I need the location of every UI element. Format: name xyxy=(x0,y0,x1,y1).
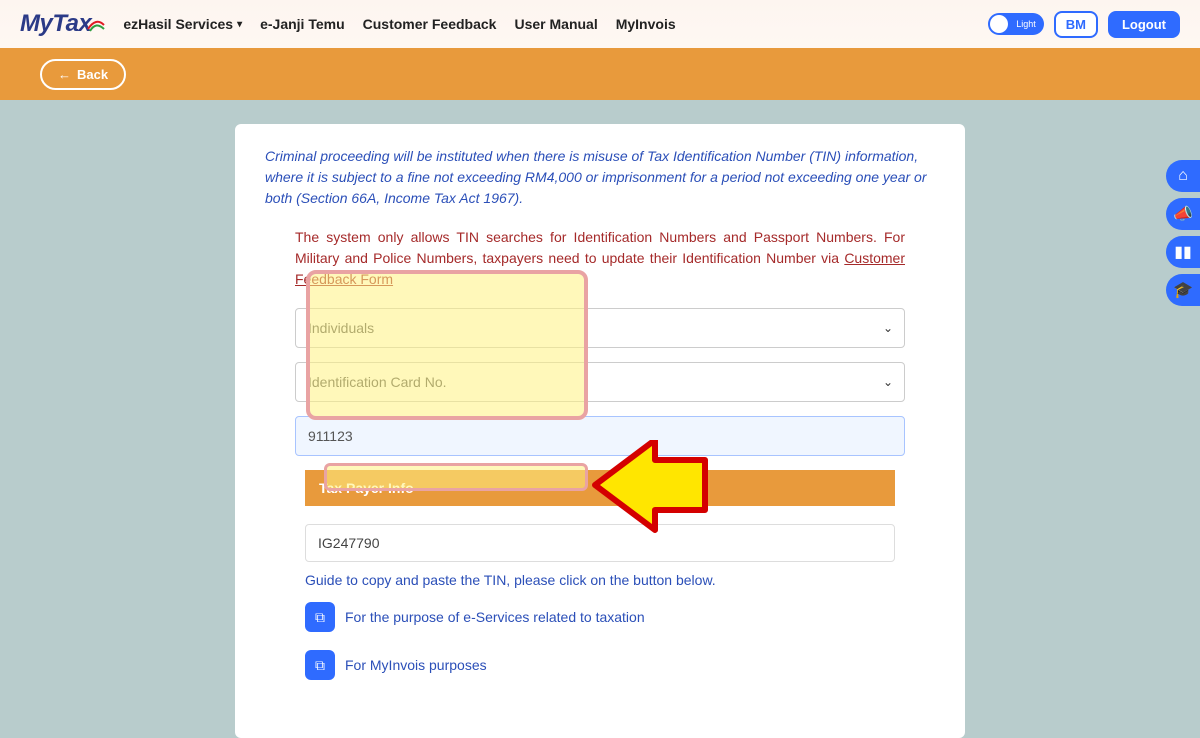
book-icon: ▮▮ xyxy=(1174,242,1192,262)
logo[interactable]: MyTax xyxy=(20,10,105,38)
logout-button[interactable]: Logout xyxy=(1108,11,1180,38)
nav-feedback[interactable]: Customer Feedback xyxy=(363,16,497,32)
nav-ezhasil-label: ezHasil Services xyxy=(123,16,233,32)
nav-feedback-label: Customer Feedback xyxy=(363,16,497,32)
logo-swoosh-icon xyxy=(87,12,105,30)
nav-ezhasil[interactable]: ezHasil Services ▾ xyxy=(123,16,242,32)
chevron-down-icon: ▾ xyxy=(237,19,242,30)
copy-row-eservices: ⧉ For the purpose of e-Services related … xyxy=(305,602,895,632)
orange-bar: ← Back xyxy=(0,48,1200,100)
nav-manual[interactable]: User Manual xyxy=(514,16,597,32)
float-icons: ⌂ 📣 ▮▮ 🎓 xyxy=(1166,160,1200,306)
toggle-knob-icon xyxy=(990,15,1008,33)
id-type-select[interactable]: Identification Card No. xyxy=(295,362,905,402)
theme-toggle[interactable]: Light xyxy=(988,13,1044,35)
logo-text-my: My xyxy=(20,10,52,37)
info-text: The system only allows TIN searches for … xyxy=(295,227,905,290)
copy-myinvois-label: For MyInvois purposes xyxy=(345,657,487,673)
copy-icon: ⧉ xyxy=(315,609,325,626)
form-row-idtype: Identification Card No. ⌄ xyxy=(295,362,905,402)
float-guide-button[interactable]: ▮▮ xyxy=(1166,236,1200,268)
copy-myinvois-button[interactable]: ⧉ xyxy=(305,650,335,680)
copy-row-myinvois: ⧉ For MyInvois purposes xyxy=(305,650,895,680)
arrow-left-icon: ← xyxy=(58,67,71,82)
taxpayer-type-select[interactable]: Individuals xyxy=(295,308,905,348)
top-header: MyTax ezHasil Services ▾ e-Janji Temu Cu… xyxy=(0,0,1200,48)
back-button[interactable]: ← Back xyxy=(40,59,126,90)
language-bm-button[interactable]: BM xyxy=(1054,11,1098,38)
nav-ejanji-label: e-Janji Temu xyxy=(260,16,345,32)
grad-cap-icon: 🎓 xyxy=(1173,280,1193,300)
copy-eservices-button[interactable]: ⧉ xyxy=(305,602,335,632)
logo-text-tax: Tax xyxy=(52,10,91,37)
warning-text: Criminal proceeding will be instituted w… xyxy=(265,146,935,209)
annotation-arrow-icon xyxy=(590,440,710,550)
nav-links: ezHasil Services ▾ e-Janji Temu Customer… xyxy=(123,16,675,32)
main-card: Criminal proceeding will be instituted w… xyxy=(235,124,965,738)
guide-text: Guide to copy and paste the TIN, please … xyxy=(305,572,895,588)
nav-ejanji[interactable]: e-Janji Temu xyxy=(260,16,345,32)
toggle-label: Light xyxy=(1016,19,1036,29)
back-label: Back xyxy=(77,67,108,82)
header-right: Light BM Logout xyxy=(988,11,1180,38)
megaphone-icon: 📣 xyxy=(1173,204,1193,224)
copy-eservices-label: For the purpose of e-Services related to… xyxy=(345,609,645,625)
float-home-button[interactable]: ⌂ xyxy=(1166,160,1200,192)
info-text-body: The system only allows TIN searches for … xyxy=(295,229,905,266)
float-help-button[interactable]: 🎓 xyxy=(1166,274,1200,306)
form-row-type: Individuals ⌄ xyxy=(295,308,905,348)
nav-myinvois[interactable]: MyInvois xyxy=(616,16,676,32)
float-announce-button[interactable]: 📣 xyxy=(1166,198,1200,230)
home-icon: ⌂ xyxy=(1178,167,1188,185)
nav-manual-label: User Manual xyxy=(514,16,597,32)
copy-icon: ⧉ xyxy=(315,657,325,674)
nav-myinvois-label: MyInvois xyxy=(616,16,676,32)
